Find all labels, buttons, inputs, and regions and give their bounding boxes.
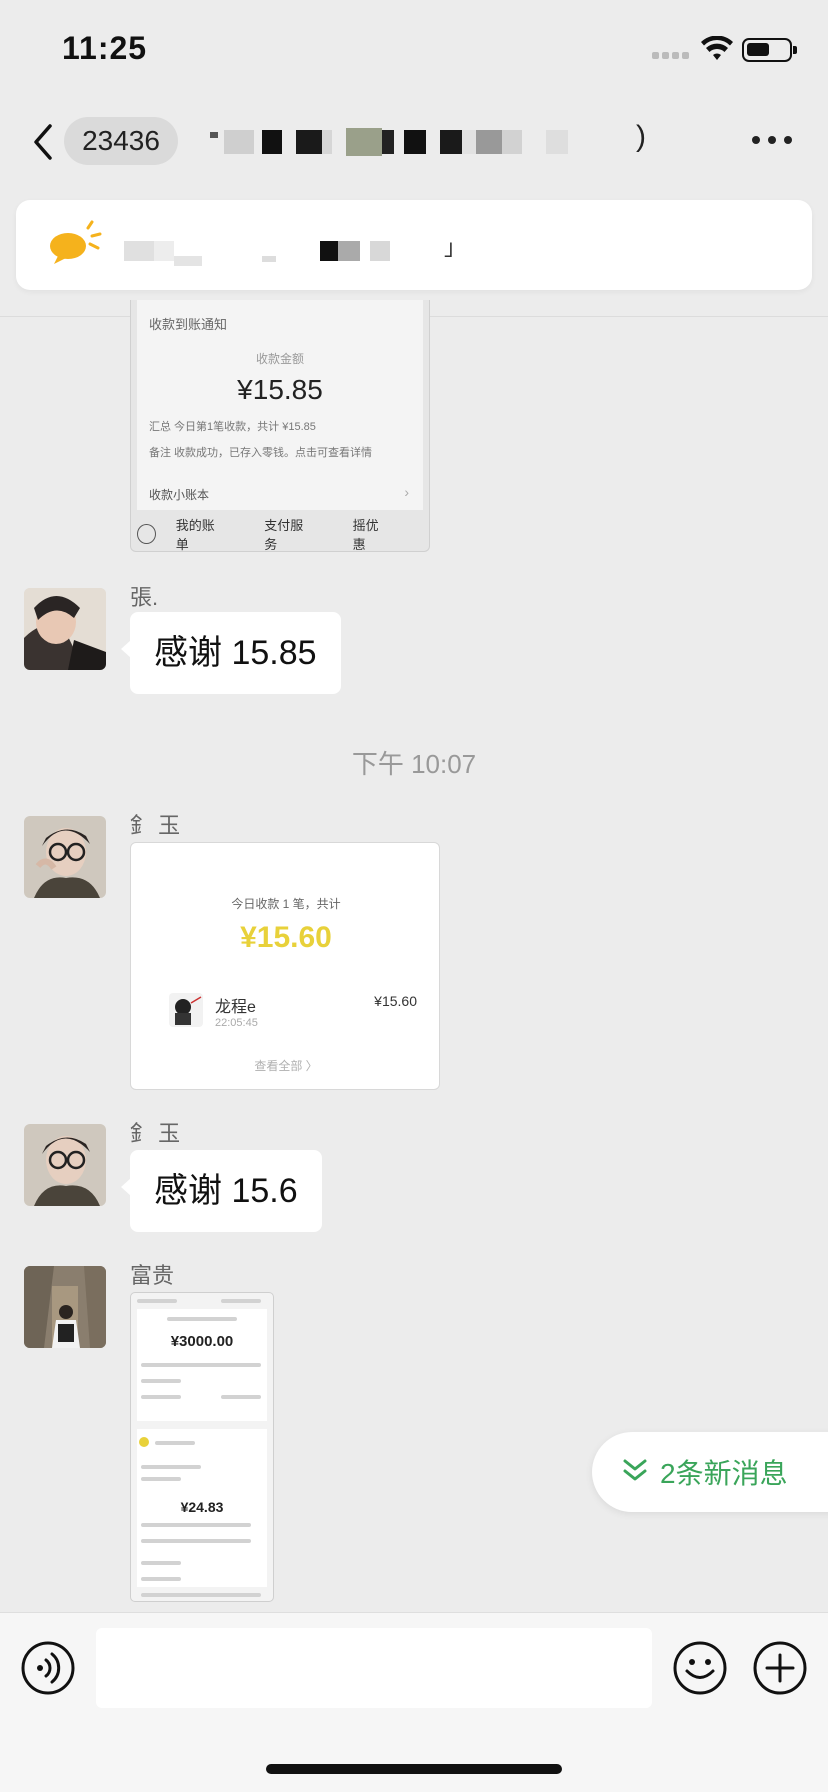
payer-time: 22:05:45 xyxy=(215,1017,258,1029)
daily-income-receipt-image[interactable]: 今日收款 1 笔，共计 ¥15.60 龙程e 22:05:45 ¥15.60 查… xyxy=(130,842,440,1090)
chat-title-tail: ) xyxy=(636,120,646,153)
receipt-amount: ¥15.85 xyxy=(237,374,323,405)
view-all-link: 查看全部 〉 xyxy=(254,1059,318,1073)
status-dot xyxy=(139,1437,149,1447)
receipt-amount-label: 收款金额 xyxy=(255,352,304,366)
bill-screenshot-image[interactable]: ¥3000.00 ¥24.83 xyxy=(130,1292,274,1602)
receipt-header: 今日收款 1 笔，共计 xyxy=(231,897,341,911)
payer-avatar xyxy=(169,993,203,1027)
more-icon[interactable] xyxy=(752,136,792,144)
receipt-menu-item: 支付服务 xyxy=(264,518,304,552)
chevron-right-icon: › xyxy=(404,484,409,500)
receipt-remark: 备注 收款成功，已存入零钱。点击可查看详情 xyxy=(149,447,373,459)
new-messages-button[interactable]: 2条新消息 xyxy=(592,1432,828,1512)
announcement-icon xyxy=(44,220,104,273)
battery-icon xyxy=(742,38,797,62)
status-time: 11:25 xyxy=(62,30,148,66)
wifi-icon xyxy=(700,35,734,67)
sender-name: 釒 玉 xyxy=(130,1121,181,1146)
sender-name: 張. xyxy=(130,585,159,610)
signal-icon xyxy=(652,52,692,62)
new-messages-label: 2条新消息 xyxy=(660,1458,788,1489)
message-bubble[interactable]: 感谢 15.6 xyxy=(121,1150,322,1232)
avatar[interactable] xyxy=(24,816,106,898)
voice-icon[interactable] xyxy=(20,1640,76,1701)
keyboard-icon xyxy=(137,524,156,544)
message-timestamp: 下午 10:07 xyxy=(351,749,477,779)
chat-title-redacted xyxy=(210,122,568,162)
payer-amount: ¥15.60 xyxy=(374,993,417,1009)
receipt-menu-item: 摇优惠 xyxy=(352,518,379,552)
plus-icon[interactable] xyxy=(752,1640,808,1701)
avatar[interactable] xyxy=(24,1124,106,1206)
screenshot-amount-1: ¥3000.00 xyxy=(170,1333,234,1350)
avatar[interactable] xyxy=(24,588,106,670)
notice-text-tail: 」 xyxy=(444,235,467,260)
sender-name: 富贵 xyxy=(130,1263,175,1288)
group-notice-banner[interactable]: 」 xyxy=(16,200,812,290)
double-chevron-down-icon xyxy=(622,1458,648,1487)
receipt-total: ¥15.60 xyxy=(240,921,332,954)
receipt-menu-bar: 我的账单 支付服务 摇优惠 xyxy=(131,516,429,552)
message-input[interactable] xyxy=(96,1628,652,1708)
receipt-menu-item: 我的账单 xyxy=(175,518,215,552)
avatar[interactable] xyxy=(24,1266,106,1348)
emoji-icon[interactable] xyxy=(672,1640,728,1701)
payment-receipt-image[interactable]: 收款到账通知 收款金额 ¥15.85 汇总 今日第1笔收款，共计 ¥15.85 … xyxy=(130,300,430,552)
sender-name: 釒 玉 xyxy=(130,813,181,838)
receipt-summary: 汇总 今日第1笔收款，共计 ¥15.85 xyxy=(149,421,316,433)
home-indicator xyxy=(266,1764,562,1774)
back-icon[interactable] xyxy=(30,122,56,167)
receipt-ledger-link: 收款小账本 xyxy=(149,488,210,502)
message-bubble[interactable]: 感谢 15.85 xyxy=(121,612,341,694)
receipt-header: 收款到账通知 xyxy=(149,317,228,332)
payer-name: 龙程e xyxy=(215,999,256,1016)
notice-text-redacted xyxy=(124,236,390,266)
unread-count-badge[interactable]: 23436 xyxy=(64,117,178,165)
screenshot-amount-2: ¥24.83 xyxy=(180,1499,224,1515)
